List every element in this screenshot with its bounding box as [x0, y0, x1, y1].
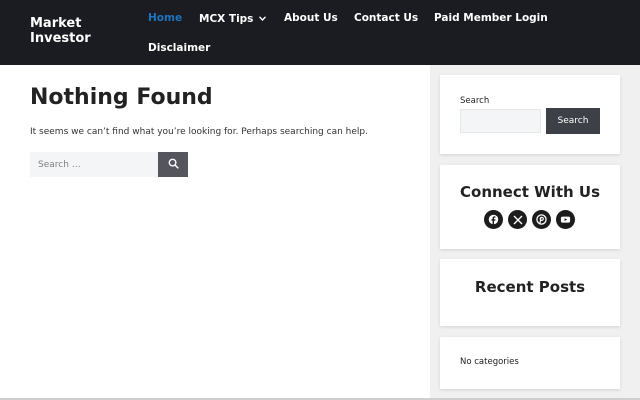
main-content: Nothing Found It seems we can’t find wha…	[0, 65, 430, 400]
sidebar-search-input[interactable]	[460, 109, 541, 133]
nav-item-label: Disclaimer	[148, 42, 211, 54]
nav-item-label: MCX Tips	[199, 13, 254, 25]
connect-widget: Connect With Us	[440, 165, 620, 249]
search-icon	[168, 157, 179, 172]
youtube-icon[interactable]	[556, 210, 575, 229]
sidebar-search-button[interactable]: Search	[546, 108, 600, 134]
search-input[interactable]	[30, 152, 158, 177]
search-widget: Search Search	[440, 75, 620, 154]
nav-item-about-us[interactable]: About Us	[284, 11, 338, 25]
no-categories-text: No categories	[460, 357, 519, 367]
site-header: Market Investor Home MCX Tips About Us C…	[0, 0, 640, 65]
nav-item-disclaimer[interactable]: Disclaimer	[148, 41, 210, 55]
nav-item-home[interactable]: Home	[148, 11, 182, 25]
x-icon[interactable]	[508, 210, 527, 229]
chevron-down-icon	[259, 11, 267, 25]
pinterest-icon[interactable]	[532, 210, 551, 229]
categories-widget: No categories	[440, 337, 620, 389]
nav-item-label: Home	[148, 12, 183, 24]
facebook-icon[interactable]	[484, 210, 503, 229]
nav-item-label: Contact Us	[354, 12, 419, 24]
nav-item-mcx-tips[interactable]: MCX Tips	[199, 11, 267, 26]
connect-widget-title: Connect With Us	[460, 183, 600, 201]
page-title: Nothing Found	[30, 85, 213, 110]
nav-item-label: About Us	[284, 12, 338, 24]
nav-item-contact-us[interactable]: Contact Us	[354, 11, 418, 25]
site-title[interactable]: Market Investor	[30, 16, 120, 46]
search-button[interactable]	[158, 152, 188, 177]
no-results-message: It seems we can’t find what you’re looki…	[30, 127, 368, 137]
nav-item-label: Paid Member Login	[434, 12, 548, 24]
nav-item-paid-member-login[interactable]: Paid Member Login	[434, 11, 548, 25]
recent-posts-widget: Recent Posts	[440, 259, 620, 326]
recent-posts-title: Recent Posts	[474, 278, 586, 296]
search-widget-label: Search	[460, 96, 490, 106]
